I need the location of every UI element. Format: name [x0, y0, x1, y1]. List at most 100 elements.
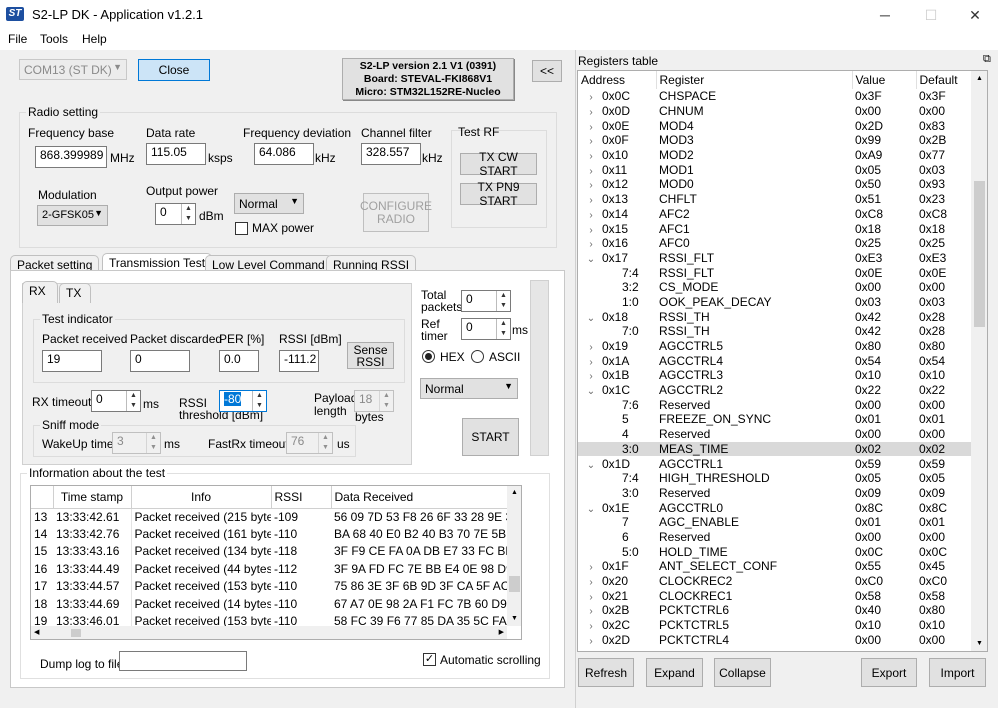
- close-port-button[interactable]: Close: [138, 59, 210, 81]
- freq-dev-input[interactable]: 64.086: [254, 143, 314, 165]
- chevron-right-icon[interactable]: ›: [584, 371, 598, 382]
- reg-header-address[interactable]: Address: [578, 71, 657, 89]
- arrow-up-icon[interactable]: ▲: [497, 291, 510, 301]
- output-power-stepper[interactable]: ▲ ▼: [181, 204, 195, 224]
- register-row[interactable]: 7:4 HIGH_THRESHOLD 0x05 0x05: [578, 471, 971, 486]
- configure-radio-button[interactable]: CONFIGURE RADIO: [360, 193, 432, 232]
- register-row[interactable]: 3:2 CS_MODE 0x00 0x00: [578, 280, 971, 295]
- arrow-down-icon[interactable]: ▼: [507, 612, 521, 626]
- arrow-up-icon[interactable]: ▲: [147, 433, 160, 443]
- max-power-checkbox[interactable]: [235, 222, 248, 235]
- arrow-up-icon[interactable]: ▲: [319, 433, 332, 443]
- arrow-down-icon[interactable]: ▼: [147, 443, 160, 453]
- power-mode-select[interactable]: Normal ▼: [234, 193, 304, 214]
- tab-rx[interactable]: RX: [22, 281, 58, 303]
- arrow-left-icon[interactable]: ◀: [34, 626, 39, 639]
- register-row[interactable]: 7:6 Reserved 0x00 0x00: [578, 397, 971, 412]
- arrow-up-icon[interactable]: ▲: [127, 391, 140, 401]
- register-row[interactable]: 7 AGC_ENABLE 0x01 0x01: [578, 515, 971, 530]
- register-row[interactable]: › 0x2C PCKTCTRL5 0x10 0x10: [578, 618, 971, 633]
- arrow-down-icon[interactable]: ▼: [971, 636, 987, 651]
- arrow-up-icon[interactable]: ▲: [253, 391, 266, 401]
- chevron-right-icon[interactable]: ›: [584, 357, 598, 368]
- register-row[interactable]: › 0x0E MOD4 0x2D 0x83: [578, 118, 971, 133]
- chevron-down-icon[interactable]: ⌄: [584, 386, 598, 397]
- expand-button[interactable]: Expand: [646, 658, 703, 687]
- ascii-radio[interactable]: [471, 350, 484, 363]
- chevron-right-icon[interactable]: ›: [584, 210, 598, 221]
- register-row[interactable]: › 0x0F MOD3 0x99 0x2B: [578, 133, 971, 148]
- data-rate-input[interactable]: 115.05: [146, 143, 206, 165]
- log-header-rssi[interactable]: RSSI: [271, 486, 332, 509]
- register-row[interactable]: ⌄ 0x17 RSSI_FLT 0xE3 0xE3: [578, 251, 971, 266]
- arrow-down-icon[interactable]: ▼: [497, 329, 510, 339]
- close-window-button[interactable]: ✕: [952, 0, 998, 30]
- log-row[interactable]: 13 13:33:42.61 Packet received (215 bytes)…: [31, 508, 507, 526]
- wakeup-stepper[interactable]: ▲ ▼: [146, 433, 160, 453]
- chevron-right-icon[interactable]: ›: [584, 107, 598, 118]
- register-row[interactable]: 5 FREEZE_ON_SYNC 0x01 0x01: [578, 412, 971, 427]
- ref-timer-stepper[interactable]: ▲ ▼: [496, 319, 510, 339]
- chevron-right-icon[interactable]: ›: [584, 166, 598, 177]
- register-row[interactable]: 7:4 RSSI_FLT 0x0E 0x0E: [578, 265, 971, 280]
- menu-file[interactable]: File: [8, 32, 27, 46]
- arrow-up-icon[interactable]: ▲: [380, 391, 393, 401]
- start-button[interactable]: START: [462, 418, 519, 456]
- register-row[interactable]: › 0x12 MOD0 0x50 0x93: [578, 177, 971, 192]
- register-row[interactable]: › 0x11 MOD1 0x05 0x03: [578, 162, 971, 177]
- rssi-threshold-stepper[interactable]: ▲ ▼: [252, 391, 266, 411]
- register-row[interactable]: 4 Reserved 0x00 0x00: [578, 427, 971, 442]
- tx-pn9-start-button[interactable]: TX PN9 START: [460, 180, 537, 208]
- chevron-right-icon[interactable]: ›: [584, 577, 598, 588]
- register-row[interactable]: 1:0 OOK_PEAK_DECAY 0x03 0x03: [578, 295, 971, 310]
- register-row[interactable]: 5:0 HOLD_TIME 0x0C 0x0C: [578, 544, 971, 559]
- log-row[interactable]: 17 13:33:44.57 Packet received (153 bytes)…: [31, 577, 507, 595]
- chevron-right-icon[interactable]: ›: [584, 239, 598, 250]
- chevron-right-icon[interactable]: ›: [584, 92, 598, 103]
- modulation-select[interactable]: 2-GFSK05 ▼: [37, 205, 108, 226]
- log-row[interactable]: 18 13:33:44.69 Packet received (14 bytes) -…: [31, 594, 507, 613]
- register-row[interactable]: › 0x2D PCKTCTRL4 0x00 0x00: [578, 632, 971, 647]
- chevron-right-icon[interactable]: ›: [584, 592, 598, 603]
- register-row[interactable]: › 0x21 CLOCKREC1 0x58 0x58: [578, 588, 971, 603]
- log-scroll-thumb[interactable]: [509, 576, 520, 592]
- total-packets-stepper[interactable]: ▲ ▼: [496, 291, 510, 311]
- log-hscroll-thumb[interactable]: [71, 629, 81, 637]
- tx-cw-start-button[interactable]: TX CW START: [460, 150, 537, 178]
- chevron-right-icon[interactable]: ›: [584, 195, 598, 206]
- auto-scroll-checkbox[interactable]: ✓: [423, 653, 436, 666]
- fastrx-stepper[interactable]: ▲ ▼: [318, 433, 332, 453]
- arrow-down-icon[interactable]: ▼: [182, 214, 195, 224]
- chevron-right-icon[interactable]: ›: [584, 180, 598, 191]
- register-row[interactable]: › 0x0D CHNUM 0x00 0x00: [578, 104, 971, 119]
- chevron-right-icon[interactable]: ›: [584, 621, 598, 632]
- com-port-select[interactable]: COM13 (ST DK) ▼: [19, 59, 127, 80]
- register-row[interactable]: 6 Reserved 0x00 0x00: [578, 530, 971, 545]
- reg-header-value[interactable]: Value: [852, 71, 917, 89]
- chevron-right-icon[interactable]: ›: [584, 151, 598, 162]
- reg-header-register[interactable]: Register: [656, 71, 853, 89]
- log-header-info[interactable]: Info: [131, 486, 272, 509]
- arrow-up-icon[interactable]: ▲: [497, 319, 510, 329]
- log-row[interactable]: 16 13:33:44.49 Packet received (44 bytes) -…: [31, 560, 507, 578]
- registers-scroll-thumb[interactable]: [974, 181, 985, 327]
- arrow-down-icon[interactable]: ▼: [319, 443, 332, 453]
- register-row[interactable]: › 0x0C CHSPACE 0x3F 0x3F: [578, 89, 971, 104]
- import-button[interactable]: Import: [929, 658, 986, 687]
- arrow-up-icon[interactable]: ▲: [507, 486, 521, 500]
- reg-header-default[interactable]: Default: [916, 71, 972, 89]
- pin-icon[interactable]: ⧉: [983, 53, 991, 66]
- register-row[interactable]: 7:0 RSSI_TH 0x42 0x28: [578, 324, 971, 339]
- rx-timeout-stepper[interactable]: ▲ ▼: [126, 391, 140, 411]
- chan-filter-input[interactable]: 328.557: [361, 143, 421, 165]
- register-row[interactable]: ⌄ 0x18 RSSI_TH 0x42 0x28: [578, 309, 971, 324]
- collapse-panel-button[interactable]: <<: [532, 60, 562, 82]
- chevron-down-icon[interactable]: ⌄: [584, 313, 598, 324]
- chevron-right-icon[interactable]: ›: [584, 136, 598, 147]
- registers-scrollbar[interactable]: ▲ ▼: [971, 71, 987, 651]
- chevron-right-icon[interactable]: ›: [584, 342, 598, 353]
- register-row[interactable]: 3:0 MEAS_TIME 0x02 0x02: [578, 441, 971, 457]
- register-row[interactable]: › 0x2B PCKTCTRL6 0x40 0x80: [578, 603, 971, 618]
- sense-rssi-button[interactable]: Sense RSSI: [347, 342, 394, 369]
- register-row[interactable]: › 0x20 CLOCKREC2 0xC0 0xC0: [578, 574, 971, 589]
